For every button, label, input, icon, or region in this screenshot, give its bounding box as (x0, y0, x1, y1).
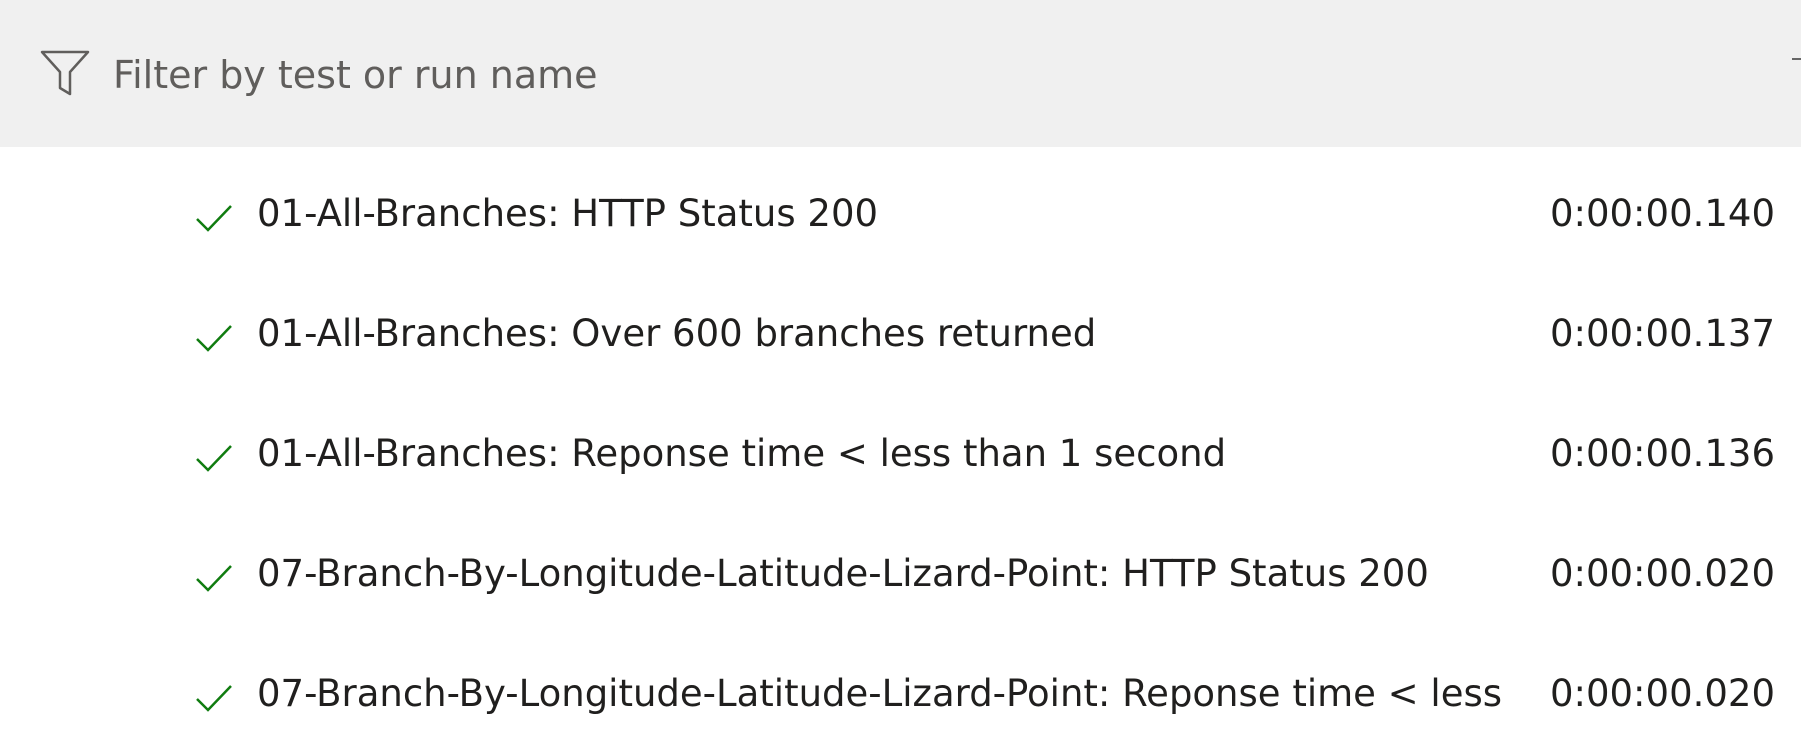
filter-bar (0, 0, 1801, 147)
test-name: 07-Branch-By-Longitude-Latitude-Lizard-P… (257, 552, 1429, 595)
filter-icon[interactable] (40, 50, 90, 96)
test-duration: 0:00:00.136 (1549, 432, 1775, 475)
test-result-row[interactable]: 07-Branch-By-Longitude-Latitude-Lizard-P… (0, 627, 1801, 747)
test-results-list: 01-All-Branches: HTTP Status 200 0:00:00… (0, 147, 1801, 756)
check-icon (196, 325, 232, 352)
check-icon (196, 205, 232, 232)
test-duration: 0:00:00.020 (1549, 672, 1775, 715)
test-result-row[interactable]: 01-All-Branches: HTTP Status 200 0:00:00… (0, 147, 1801, 267)
test-name: 01-All-Branches: Over 600 branches retur… (257, 312, 1097, 355)
filter-input[interactable] (113, 40, 1713, 110)
test-duration: 0:00:00.140 (1549, 192, 1775, 235)
check-icon (196, 445, 232, 472)
test-name: 01-All-Branches: HTTP Status 200 (257, 192, 879, 235)
test-result-row[interactable]: 01-All-Branches: Reponse time < less tha… (0, 387, 1801, 507)
test-duration: 0:00:00.020 (1549, 552, 1775, 595)
test-name: 07-Branch-By-Longitude-Latitude-Lizard-P… (257, 672, 1503, 715)
test-result-row[interactable]: 07-Branch-By-Longitude-Latitude-Lizard-P… (0, 507, 1801, 627)
scroll-edge-marker (1792, 58, 1801, 60)
test-result-row[interactable]: 01-All-Branches: Over 600 branches retur… (0, 267, 1801, 387)
test-name: 01-All-Branches: Reponse time < less tha… (257, 432, 1227, 475)
check-icon (196, 565, 232, 592)
test-duration: 0:00:00.137 (1549, 312, 1775, 355)
check-icon (196, 685, 232, 712)
